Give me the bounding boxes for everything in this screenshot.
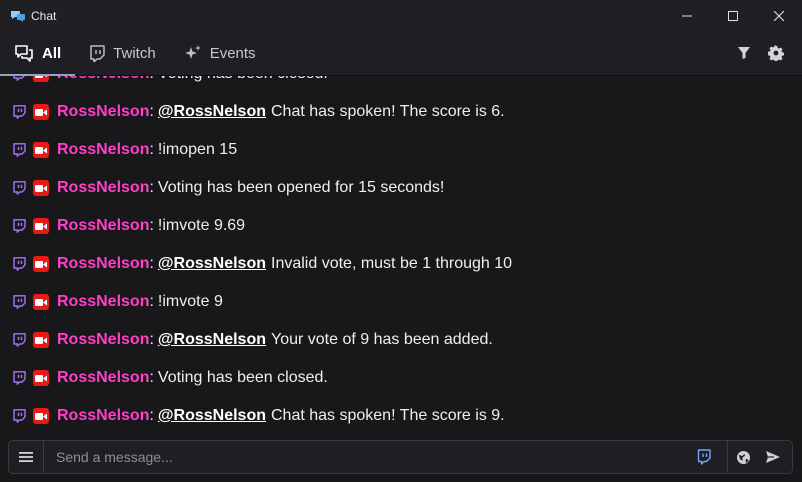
message-username[interactable]: RossNelson [57,217,149,235]
chat-message: RossNelson: Voting has been closed. [0,76,802,93]
message-text: !imopen 15 [157,141,238,158]
minimize-icon [682,15,692,16]
message-mention[interactable]: @RossNelson [158,407,266,425]
message-separator: : [149,141,154,158]
message-text: Invalid vote, must be 1 through 10 [271,255,513,272]
close-icon [774,10,784,21]
message-separator: : [149,407,154,424]
twitch-badge-icon [12,142,26,158]
chat-message: RossNelson: !imopen 15 [0,131,802,169]
send-icon [766,451,780,463]
tab-events-label: Events [209,44,256,62]
message-username[interactable]: RossNelson [57,76,149,83]
chat-messages[interactable]: RossNelson:Voting has been closed.RossNe… [0,76,802,434]
message-text: !imvote 9.69 [157,217,246,234]
message-username[interactable]: RossNelson [57,293,149,311]
sparkles-icon [184,44,202,62]
tab-bar: All Twitch Events [0,31,802,76]
message-username[interactable]: RossNelson [57,103,149,121]
message-separator: : [149,179,154,196]
message-text: Chat has spoken! The score is 6. [271,103,505,120]
chat-message: RossNelson: @RossNelson Your vote of 9 has… [0,321,802,359]
message-text: Voting has been opened for 15 seconds! [157,179,445,196]
broadcaster-badge-icon [33,294,49,310]
tab-events[interactable]: Events [170,31,270,75]
tab-all[interactable]: All [0,31,76,76]
tab-twitch[interactable]: Twitch [75,31,170,75]
chat-bubbles-icon [14,44,34,62]
broadcaster-badge-icon [33,218,49,234]
window-title: Chat [31,8,57,23]
chat-message: RossNelson: !imvote 9 [0,283,802,321]
filter-icon [738,47,750,59]
message-composer [8,440,793,474]
message-username[interactable]: RossNelson [57,255,149,273]
twitch-badge-icon [12,218,26,234]
gear-icon [768,45,784,61]
chat-message: RossNelson: @RossNelson Chat has spoken! T… [0,397,802,434]
message-text: Chat has spoken! The score is 9. [271,407,505,424]
message-separator: : [149,103,154,120]
maximize-button[interactable] [710,0,756,31]
message-text: Voting has been closed. [158,76,328,83]
message-mention[interactable]: @RossNelson [158,103,266,121]
twitch-badge-icon [12,104,26,120]
message-separator: : [149,76,153,83]
chat-message: RossNelson: @RossNelson Chat has spoken! T… [0,93,802,131]
hamburger-icon [19,452,33,462]
message-username[interactable]: RossNelson [57,179,149,197]
filter-button[interactable] [728,37,760,69]
message-mention[interactable]: @RossNelson [158,331,266,349]
twitch-badge-icon [12,370,26,386]
twitch-badge-icon [12,180,26,196]
broadcaster-badge-icon [33,180,49,196]
maximize-icon [728,10,738,21]
message-username[interactable]: RossNelson [57,369,149,387]
chat-message: RossNelson:Voting has been closed. [0,359,802,397]
chat-app-icon [10,8,26,24]
broadcaster-badge-icon [33,370,49,386]
message-separator: : [149,331,154,348]
twitch-badge-icon [12,408,26,424]
broadcaster-badge-icon [33,142,49,158]
settings-button[interactable] [760,37,792,69]
message-text: !imvote 9 [157,293,223,310]
chat-message: RossNelson: !imvote 9.69 [0,207,802,245]
message-username[interactable]: RossNelson [57,141,149,159]
message-username[interactable]: RossNelson [57,407,149,425]
chat-message: RossNelson: @RossNelson Invalid vote, must… [0,245,802,283]
title-bar: Chat [0,0,802,31]
broadcaster-badge-icon [33,408,49,424]
message-input[interactable] [54,448,691,466]
message-separator: : [149,255,154,272]
message-text: Your vote of 9 has been added. [271,331,493,348]
twitch-badge-icon [12,256,26,272]
message-separator: : [149,369,154,386]
tab-twitch-label: Twitch [113,44,156,62]
platform-select-button[interactable] [691,441,717,473]
close-button[interactable] [756,0,802,31]
message-text: Voting has been closed. [157,369,328,386]
message-separator: : [149,293,154,310]
twitch-icon [697,449,711,465]
emote-button[interactable] [728,441,758,473]
message-separator: : [149,217,154,234]
broadcaster-badge-icon [33,332,49,348]
twitch-icon [89,44,105,62]
chat-message: RossNelson: Voting has been opened for 15… [0,169,802,207]
send-button[interactable] [758,441,788,473]
broadcaster-badge-icon [33,104,49,120]
message-mention[interactable]: @RossNelson [158,255,266,273]
message-username[interactable]: RossNelson [57,331,149,349]
menu-button[interactable] [9,441,44,473]
broadcaster-badge-icon [33,76,49,82]
globe-icon [736,450,750,464]
twitch-badge-icon [12,294,26,310]
minimize-button[interactable] [664,0,710,31]
broadcaster-badge-icon [33,256,49,272]
twitch-badge-icon [12,76,26,82]
tab-all-label: All [42,44,62,62]
twitch-badge-icon [12,332,26,348]
